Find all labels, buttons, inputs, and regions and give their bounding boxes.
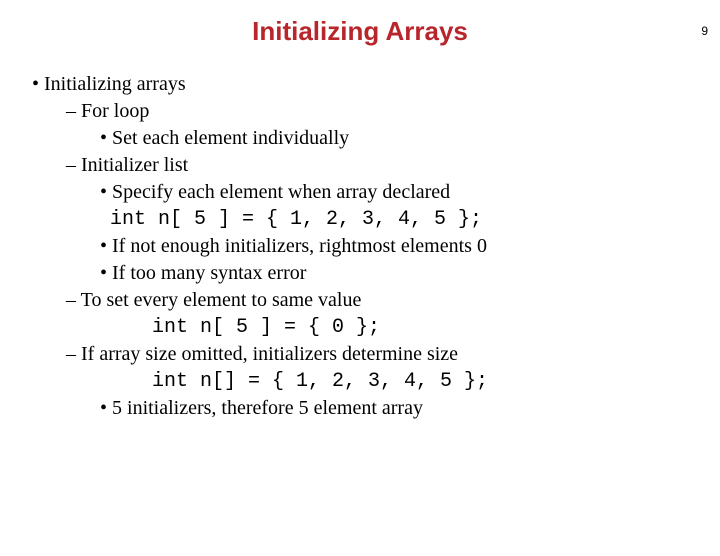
bullet-5-init: 5 initializers, therefore 5 element arra… xyxy=(100,395,700,422)
bullet-5-init-text: 5 initializers, therefore 5 element arra… xyxy=(112,397,423,419)
code-same-value: int n[ 5 ] = { 0 }; xyxy=(66,314,700,341)
bullet-too-many-text: If too many syntax error xyxy=(112,262,306,284)
bullet-for-loop-text: For loop xyxy=(81,100,149,122)
bullet-too-many: If too many syntax error xyxy=(100,260,700,287)
slide-title: Initializing Arrays xyxy=(0,16,720,47)
bullet-set-each-text: Set each element individually xyxy=(112,127,349,149)
code-size-omitted: int n[] = { 1, 2, 3, 4, 5 }; xyxy=(66,368,700,395)
bullet-same-value-text: To set every element to same value xyxy=(81,289,362,311)
slide-content: Initializing arrays For loop Set each el… xyxy=(0,71,720,422)
page-number: 9 xyxy=(701,24,708,38)
bullet-same-value: To set every element to same value int n… xyxy=(66,287,700,341)
bullet-main: Initializing arrays For loop Set each el… xyxy=(32,71,700,422)
bullet-for-loop: For loop Set each element individually xyxy=(66,98,700,152)
code-init-list: int n[ 5 ] = { 1, 2, 3, 4, 5 }; xyxy=(66,206,700,233)
bullet-not-enough: If not enough initializers, rightmost el… xyxy=(100,233,700,260)
bullet-size-omitted-text: If array size omitted, initializers dete… xyxy=(81,343,458,365)
bullet-specify-each: Specify each element when array declared xyxy=(100,179,700,206)
bullet-size-omitted: If array size omitted, initializers dete… xyxy=(66,341,700,422)
bullet-init-list: Initializer list Specify each element wh… xyxy=(66,152,700,287)
bullet-main-text: Initializing arrays xyxy=(44,73,186,95)
bullet-specify-each-text: Specify each element when array declared xyxy=(112,181,450,203)
bullet-not-enough-text: If not enough initializers, rightmost el… xyxy=(112,235,487,257)
bullet-set-each: Set each element individually xyxy=(100,125,700,152)
bullet-init-list-text: Initializer list xyxy=(81,154,188,176)
